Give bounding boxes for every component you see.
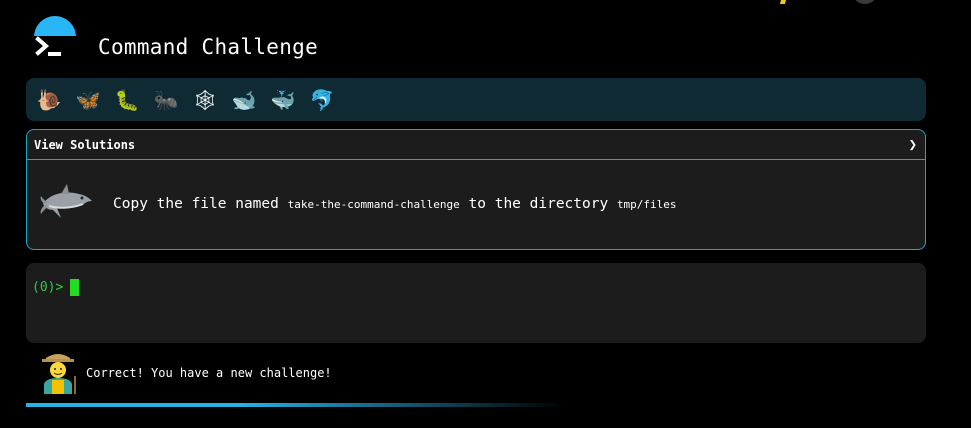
dir-name-code: tmp/files <box>616 198 677 211</box>
terminal-prompt-icon <box>34 33 64 61</box>
snail-icon[interactable]: 🐌 <box>32 83 66 117</box>
page: Command Challenge 🐌 🦋 🐛 🐜 🕸 🐋 🐳 🐬 View Solution… <box>0 0 971 428</box>
caterpillar-icon[interactable]: 🐛 <box>110 83 144 117</box>
challenge-body: Copy the file named take-the-command-cha… <box>27 160 925 248</box>
header: Command Challenge <box>34 30 318 64</box>
avatar[interactable] <box>852 0 878 4</box>
feedback-text: Correct! You have a new challenge! <box>86 366 332 380</box>
whale-icon[interactable]: 🐋 <box>227 83 261 117</box>
chevron-right-icon[interactable]: ❯ <box>909 137 917 153</box>
challenge-text-before: Copy the file named <box>113 196 288 212</box>
spouting-whale-icon[interactable]: 🐳 <box>266 83 300 117</box>
dolphin-icon[interactable]: 🐬 <box>305 83 339 117</box>
levels-bar: 🐌 🦋 🐛 🐜 🕸 🐋 🐳 🐬 <box>26 78 926 121</box>
view-solutions-button[interactable]: View Solutions <box>34 138 135 152</box>
progress-bar <box>26 403 566 407</box>
challenge-panel: View Solutions ❯ Copy the file named tak… <box>26 129 926 250</box>
terminal-input[interactable]: (0)> <box>26 263 926 343</box>
challenge-header[interactable]: View Solutions ❯ <box>27 130 925 160</box>
terminal-prompt: (0)> <box>32 280 64 295</box>
challenge-description: Copy the file named take-the-command-cha… <box>113 196 677 212</box>
feedback-message: Correct! You have a new challenge! <box>36 350 332 394</box>
butterfly-icon[interactable]: 🦋 <box>71 83 105 117</box>
star-icon <box>779 0 788 4</box>
challenge-text-middle: to the directory <box>459 196 617 212</box>
file-name-code: take-the-command-challenge <box>287 198 460 211</box>
dolphin-icon <box>39 182 95 226</box>
farmer-person-icon <box>36 350 80 394</box>
ant-icon[interactable]: 🐜 <box>149 83 183 117</box>
terminal-cursor <box>70 279 80 296</box>
spider-web-icon[interactable]: 🕸 <box>188 83 222 117</box>
page-title: Command Challenge <box>98 35 319 59</box>
